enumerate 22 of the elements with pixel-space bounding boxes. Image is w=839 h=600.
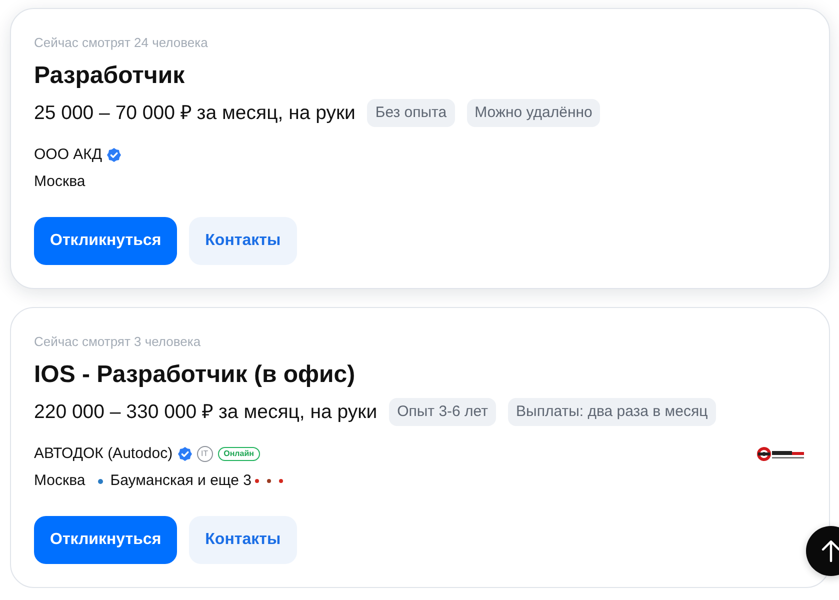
contacts-button[interactable]: Контакты: [189, 516, 297, 564]
contacts-button[interactable]: Контакты: [189, 217, 297, 265]
city-text: Москва: [34, 471, 86, 491]
vacancy-title[interactable]: IOS - Разработчик (в офис): [34, 359, 356, 391]
respond-button[interactable]: Откликнуться: [34, 217, 178, 265]
viewers-count: Сейчас смотрят 24 человека: [34, 34, 208, 52]
respond-button[interactable]: Откликнуться: [34, 516, 178, 564]
vacancy-tag: Можно удалённо: [466, 99, 600, 127]
vacancy-tag: Выплаты: два раза в месяц: [508, 398, 716, 426]
salary-text: 220 000 – 330 000 ₽ за месяц, на руки: [34, 400, 378, 425]
company-name[interactable]: ООО АКД: [34, 144, 102, 166]
viewers-count: Сейчас смотрят 3 человека: [34, 333, 201, 351]
arrow-up-icon: [821, 540, 839, 562]
company-name[interactable]: АВТОДОК (Autodoc): [34, 443, 173, 465]
city-text: Москва: [34, 172, 86, 192]
it-badge: IT: [196, 446, 213, 462]
vacancy-tag: Опыт 3-6 лет: [389, 398, 496, 426]
salary-text: 25 000 – 70 000 ₽ за месяц, на руки: [34, 101, 356, 126]
metro-station: Бауманская и еще 3: [110, 471, 252, 491]
online-badge: Онлайн: [218, 447, 260, 461]
vacancy-title[interactable]: Разработчик: [34, 60, 185, 92]
vacancy-tag: Без опыта: [367, 99, 455, 127]
